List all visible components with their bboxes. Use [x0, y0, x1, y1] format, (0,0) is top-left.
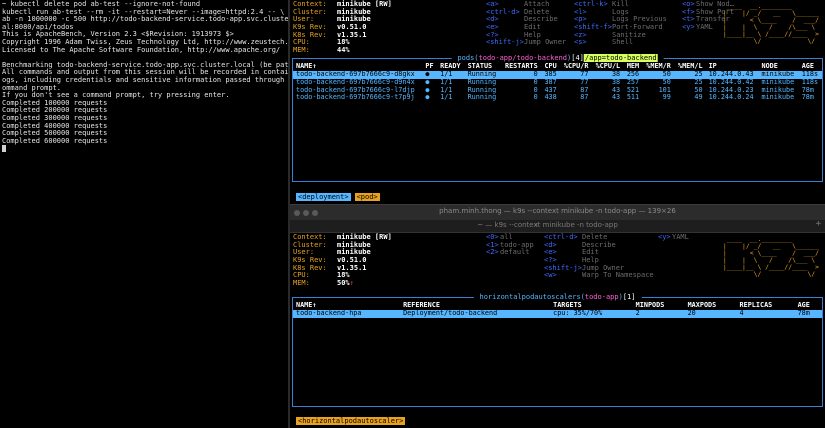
info-value: 44%: [337, 46, 350, 55]
table-cell: 4: [736, 309, 795, 318]
info-label: MEM:: [293, 279, 310, 288]
shortcut-desc: default: [500, 248, 530, 257]
shortcut-column-1: <0>all <1>todo-app <2>default: [486, 233, 534, 257]
breadcrumb-item: <deployment>: [296, 193, 351, 202]
terminal-output: ~ kubectl delete pod ab-test --ignore-no…: [0, 0, 288, 154]
tab-k9s[interactable]: ~ — k9s --context minikube -n todo-app: [290, 221, 805, 230]
window-title-bar[interactable]: pham.minh.thong — k9s --context minikube…: [290, 204, 825, 220]
breadcrumb: <deployment> <pod>: [296, 193, 384, 202]
hpa-table-frame: horizontalpodautoscalers(todo-app)[1] NA…: [292, 293, 823, 407]
k9s-hpa-pane[interactable]: × ~ — k9s --context minikube -n todo-app…: [290, 220, 825, 428]
table-cell: minikube: [761, 93, 795, 102]
table-cell: 49: [694, 93, 703, 102]
pods-table: NAME↑ PF READY STATUS RESTARTS CPU %CPU/R %CPU/…: [293, 62, 822, 102]
terminal-line: Completed 600000 requests: [2, 136, 108, 145]
k9s-logo: ____ __.________ | |/ _/ __ \______ | < …: [722, 235, 819, 278]
shortcut-desc: Warp To Namespace: [582, 271, 654, 280]
new-tab-icon[interactable]: +: [816, 220, 821, 229]
table-cell: 20: [684, 309, 737, 318]
table-cell: cpu: 35%/70%: [550, 309, 633, 318]
table-cell: 1/1: [440, 93, 453, 102]
table-cell: todo-backend-hpa: [293, 309, 401, 318]
breadcrumb: <horizontalpodautoscaler>: [296, 417, 409, 426]
mem-trend-icon: ↑: [349, 279, 354, 288]
info-value: 50%: [337, 279, 350, 288]
table-cell: 0: [533, 93, 538, 102]
table-row[interactable]: todo-backend-697b7666c9-t7p9j ● 1/1 Running…: [293, 94, 822, 102]
k9s-logo: ____ __.________ | |/ _/ __ \______ | < …: [722, 2, 819, 45]
column-header[interactable]: MINPODS: [633, 301, 685, 310]
k9s-pods-pane[interactable]: Context: minikube [RW] Cluster: minikube Use…: [290, 0, 825, 204]
table-cell: 2: [632, 309, 685, 318]
shortcut-key: <s>: [574, 38, 587, 47]
shortcut-item[interactable]: <shift-j>Jump Owner: [486, 39, 566, 47]
cluster-info: Context: minikube [RW] Cluster: minikube Use…: [293, 0, 392, 55]
shortcut-desc: YAML: [696, 23, 713, 32]
table-cell: 99: [662, 93, 671, 102]
terminal-prompt[interactable]: [2, 145, 286, 153]
shortcut-desc: Jump Owner: [524, 38, 567, 47]
table-cell: 87: [580, 93, 589, 102]
terminal-line: Licensed to The Apache Software Foundati…: [2, 45, 281, 54]
terminal-pane[interactable]: ~ kubectl delete pod ab-test --ignore-no…: [0, 0, 288, 428]
info-row: MEM: 44%: [293, 46, 392, 55]
breadcrumb-item: <horizontalpodautoscaler>: [296, 417, 406, 426]
table-cell: 78m: [794, 309, 822, 318]
shortcut-desc: Shell: [612, 38, 634, 47]
shortcut-key: <w>: [544, 271, 557, 280]
shortcut-item[interactable]: <s> Shell: [574, 39, 667, 47]
table-cell: todo-backend-697b7666c9-t7p9j: [296, 93, 415, 102]
shortcut-key: <shift-j>: [486, 38, 524, 47]
shortcut-key: <2>: [486, 248, 499, 257]
table-cell: 78m: [801, 93, 814, 102]
info-label: MEM:: [293, 46, 310, 55]
shortcut-column-3: <y>YAML: [658, 233, 689, 242]
shortcut-column-2: <ctrl-k> Kill <l> Logs <p> Logs Previous <shif…: [574, 0, 667, 47]
table-cell: 511: [626, 93, 640, 102]
cluster-info: Context: minikube [RW] Cluster: minikube Use…: [293, 233, 392, 288]
table-cell: ●: [425, 93, 430, 102]
shortcut-column-1: <a> Attach <ctrl-d> Delete <d> Describe <e> Edi…: [486, 0, 566, 47]
table-cell: 438: [544, 93, 557, 102]
breadcrumb-item: <pod>: [354, 193, 380, 202]
shortcut-item[interactable]: <y>YAML: [658, 233, 689, 242]
table-cell: 10.244.0.24: [708, 93, 754, 102]
shortcut-column-2: <ctrl-d> Delete <d> Describe <e> Edit <?> Help <…: [544, 233, 654, 280]
shortcut-key: <y>: [658, 233, 671, 241]
table-row[interactable]: todo-backend-hpa Deployment/todo-backend c…: [293, 309, 822, 318]
table-cell: 43: [611, 93, 621, 102]
shortcut-item[interactable]: <2>default: [486, 249, 534, 257]
window-title: pham.minh.thong — k9s --context minikube…: [439, 207, 676, 215]
column-header[interactable]: REPLICAS: [737, 301, 795, 310]
shortcut-key: <y>: [682, 23, 695, 32]
table-cell: Running: [467, 93, 497, 102]
table-cell: Deployment/todo-backend: [400, 309, 551, 318]
hpa-table: NAME↑ REFERENCE TARGETS MINPODS MAXPODS REPLI…: [293, 301, 822, 318]
cursor-icon: [2, 145, 6, 153]
shortcut-desc: YAML: [672, 233, 689, 241]
hpa-frame-title: horizontalpodautoscalers(todo-app)[1]: [473, 293, 642, 301]
pods-frame-title: pods(todo-app/todo-backend)[4]/app=todo-…: [451, 54, 664, 62]
info-row: MEM: 50%↑: [293, 279, 392, 288]
pods-table-frame: pods(todo-app/todo-backend)[4]/app=todo-…: [292, 54, 823, 182]
shortcut-item[interactable]: <w> Warp To Namespace: [544, 272, 654, 280]
tab-bar[interactable]: × ~ — k9s --context minikube -n todo-app…: [290, 220, 825, 233]
